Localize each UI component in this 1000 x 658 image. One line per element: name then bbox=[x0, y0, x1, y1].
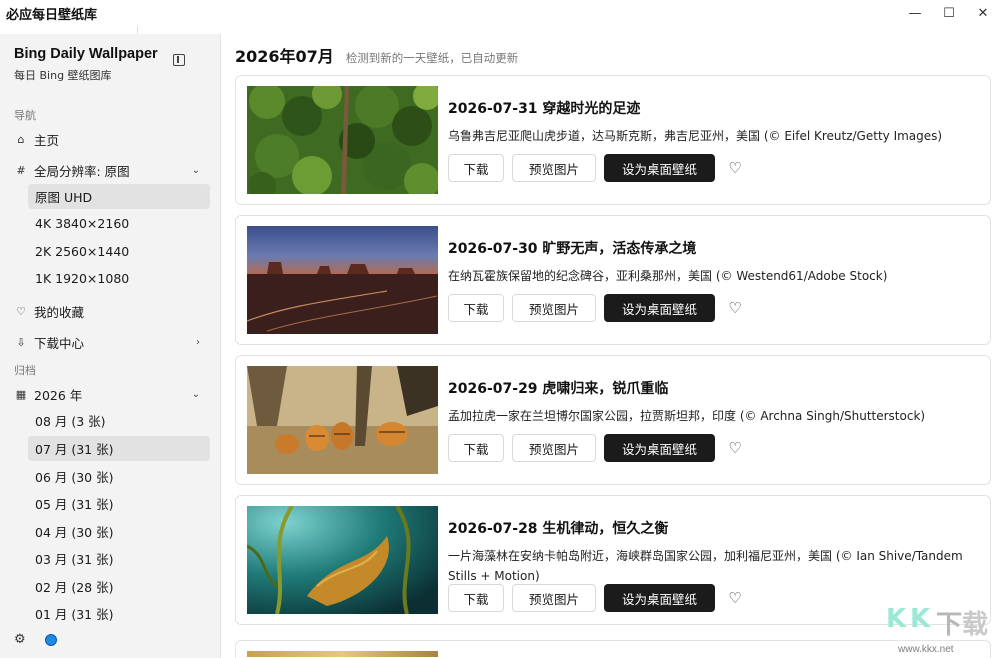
set-wallpaper-button[interactable]: 设为桌面壁纸 bbox=[604, 434, 715, 462]
wallpaper-description: 一片海藻林在安纳卡帕岛附近，海峡群岛国家公园，加利福尼亚州，美国 (© Ian … bbox=[448, 549, 963, 583]
wallpaper-title: 2026-07-28 生机律动，恒久之衡 bbox=[448, 521, 669, 537]
hash-icon: # bbox=[16, 164, 26, 177]
page-title: 2026年07月 bbox=[235, 47, 334, 66]
minimize-icon: — bbox=[908, 5, 922, 21]
preview-button[interactable]: 预览图片 bbox=[512, 154, 596, 182]
maximize-button[interactable]: ☐ bbox=[932, 0, 966, 26]
preview-button[interactable]: 预览图片 bbox=[512, 584, 596, 612]
month-item[interactable]: 05 月 (31 张) bbox=[28, 491, 210, 516]
favorite-heart-icon[interactable]: ♡ bbox=[723, 434, 747, 462]
month-item[interactable]: 03 月 (31 张) bbox=[28, 546, 210, 571]
sidebar: Bing Daily Wallpaper 每日 Bing 壁纸图库 导航 ⌂ 主… bbox=[0, 34, 221, 658]
month-item[interactable]: 08 月 (3 张) bbox=[28, 408, 210, 433]
home-icon: ⌂ bbox=[17, 133, 25, 146]
month-item[interactable]: 01 月 (31 张) bbox=[28, 601, 210, 626]
main-content: 2026年07月 检测到新的一天壁纸，已自动更新 2026-07-31 穿越时光… bbox=[222, 34, 1000, 658]
watermark-logo: 载 bbox=[962, 610, 989, 640]
download-button[interactable]: 下载 bbox=[448, 584, 504, 612]
main-header: 2026年07月 检测到新的一天壁纸，已自动更新 bbox=[235, 43, 518, 67]
sidebar-item-label: 下载中心 bbox=[34, 336, 85, 351]
watermark-logo: K bbox=[910, 604, 931, 634]
wallpaper-thumbnail[interactable] bbox=[247, 366, 438, 474]
close-button[interactable]: ✕ bbox=[966, 0, 1000, 26]
set-wallpaper-button[interactable]: 设为桌面壁纸 bbox=[604, 584, 715, 612]
resolution-option-4k[interactable]: 4K 3840×2160 bbox=[28, 211, 210, 236]
wallpaper-description: 在纳瓦霍族保留地的纪念碑谷，亚利桑那州，美国 (© Westend61/Adob… bbox=[448, 269, 888, 283]
wallpaper-title: 2026-07-30 旷野无声，活态传承之境 bbox=[448, 241, 697, 257]
download-button[interactable]: 下载 bbox=[448, 434, 504, 462]
preview-button[interactable]: 预览图片 bbox=[512, 434, 596, 462]
download-button[interactable]: 下载 bbox=[448, 294, 504, 322]
favorite-heart-icon[interactable]: ♡ bbox=[723, 154, 747, 182]
favorite-heart-icon[interactable]: ♡ bbox=[723, 294, 747, 322]
wallpaper-title: 2026-07-31 穿越时光的足迹 bbox=[448, 101, 641, 117]
resolution-option-1k[interactable]: 1K 1920×1080 bbox=[28, 266, 210, 291]
watermark: K K 下 载 www.kkx.net bbox=[878, 602, 998, 656]
page-subtitle: 检测到新的一天壁纸，已自动更新 bbox=[345, 51, 519, 65]
sidebar-item-resolution[interactable]: # 全局分辨率: 原图 ⌄ bbox=[8, 158, 210, 183]
wallpaper-description: 孟加拉虎一家在兰坦博尔国家公园，拉贾斯坦邦，印度 (© Archna Singh… bbox=[448, 409, 926, 423]
wallpaper-title: 2026-07-29 虎啸归来，锐爪重临 bbox=[448, 381, 669, 397]
sidebar-footer: ⚙ bbox=[14, 632, 57, 647]
wallpaper-thumbnail[interactable] bbox=[247, 651, 438, 657]
sidebar-item-label: 2026 年 bbox=[34, 388, 83, 403]
nav-section-label: 导航 bbox=[14, 109, 36, 122]
window-controls: — ☐ ✕ bbox=[898, 0, 1000, 26]
close-icon: ✕ bbox=[977, 5, 989, 21]
collapse-sidebar-icon[interactable] bbox=[173, 54, 185, 66]
sidebar-item-year[interactable]: ▦ 2026 年 ⌄ bbox=[8, 382, 210, 407]
wallpaper-card: 2026-07-29 虎啸归来，锐爪重临 孟加拉虎一家在兰坦博尔国家公园，拉贾斯… bbox=[235, 355, 991, 485]
divider bbox=[137, 26, 138, 34]
month-item[interactable]: 06 月 (30 张) bbox=[28, 464, 210, 489]
archive-section-label: 归档 bbox=[14, 364, 36, 377]
calendar-icon: ▦ bbox=[15, 388, 27, 401]
chevron-right-icon: › bbox=[196, 337, 200, 348]
wallpaper-description: 乌鲁弗吉尼亚爬山虎步道，达马斯克斯，弗吉尼亚州，美国 (© Eifel Kreu… bbox=[448, 129, 943, 143]
sidebar-item-favorites[interactable]: ♡ 我的收藏 bbox=[8, 299, 210, 324]
download-icon: ⇩ bbox=[16, 336, 26, 349]
wallpaper-thumbnail[interactable] bbox=[247, 86, 438, 194]
favorite-heart-icon[interactable]: ♡ bbox=[723, 584, 747, 612]
globe-icon[interactable] bbox=[44, 633, 57, 646]
sidebar-item-downloads[interactable]: ⇩ 下载中心 › bbox=[8, 330, 210, 355]
resolution-option-uhd[interactable]: 原图 UHD bbox=[28, 184, 210, 209]
sidebar-item-label: 全局分辨率: 原图 bbox=[34, 164, 130, 179]
app-title: 必应每日壁纸库 bbox=[6, 7, 98, 23]
month-item[interactable]: 04 月 (30 张) bbox=[28, 519, 210, 544]
maximize-icon: ☐ bbox=[943, 5, 955, 21]
chevron-down-icon: ⌄ bbox=[191, 389, 200, 400]
card-actions: 下载 预览图片 设为桌面壁纸 ♡ bbox=[448, 294, 747, 322]
wallpaper-card: 2026-07-31 穿越时光的足迹 乌鲁弗吉尼亚爬山虎步道，达马斯克斯，弗吉尼… bbox=[235, 75, 991, 205]
resolution-option-2k[interactable]: 2K 2560×1440 bbox=[28, 239, 210, 264]
heart-icon: ♡ bbox=[16, 305, 26, 318]
sidebar-item-label: 主页 bbox=[34, 133, 60, 148]
card-actions: 下载 预览图片 设为桌面壁纸 ♡ bbox=[448, 154, 747, 182]
sidebar-subtitle: 每日 Bing 壁纸图库 bbox=[14, 69, 112, 82]
chevron-down-icon: ⌄ bbox=[191, 165, 200, 176]
sidebar-item-label: 我的收藏 bbox=[34, 305, 85, 320]
month-item[interactable]: 07 月 (31 张) bbox=[28, 436, 210, 461]
month-item[interactable]: 02 月 (28 张) bbox=[28, 574, 210, 599]
card-actions: 下载 预览图片 设为桌面壁纸 ♡ bbox=[448, 584, 747, 612]
watermark-logo: 下 bbox=[936, 610, 963, 640]
wallpaper-thumbnail[interactable] bbox=[247, 226, 438, 334]
card-actions: 下载 预览图片 设为桌面壁纸 ♡ bbox=[448, 434, 747, 462]
minimize-button[interactable]: — bbox=[898, 0, 932, 26]
wallpaper-thumbnail[interactable] bbox=[247, 506, 438, 614]
download-button[interactable]: 下载 bbox=[448, 154, 504, 182]
set-wallpaper-button[interactable]: 设为桌面壁纸 bbox=[604, 294, 715, 322]
wallpaper-card: 2026-07-30 旷野无声，活态传承之境 在纳瓦霍族保留地的纪念碑谷，亚利桑… bbox=[235, 215, 991, 345]
sidebar-item-home[interactable]: ⌂ 主页 bbox=[8, 127, 210, 152]
preview-button[interactable]: 预览图片 bbox=[512, 294, 596, 322]
watermark-url: www.kkx.net bbox=[898, 644, 954, 655]
set-wallpaper-button[interactable]: 设为桌面壁纸 bbox=[604, 154, 715, 182]
gear-icon[interactable]: ⚙ bbox=[14, 632, 26, 647]
watermark-logo: K bbox=[886, 604, 907, 634]
title-bar: 必应每日壁纸库 — ☐ ✕ bbox=[0, 0, 1000, 34]
